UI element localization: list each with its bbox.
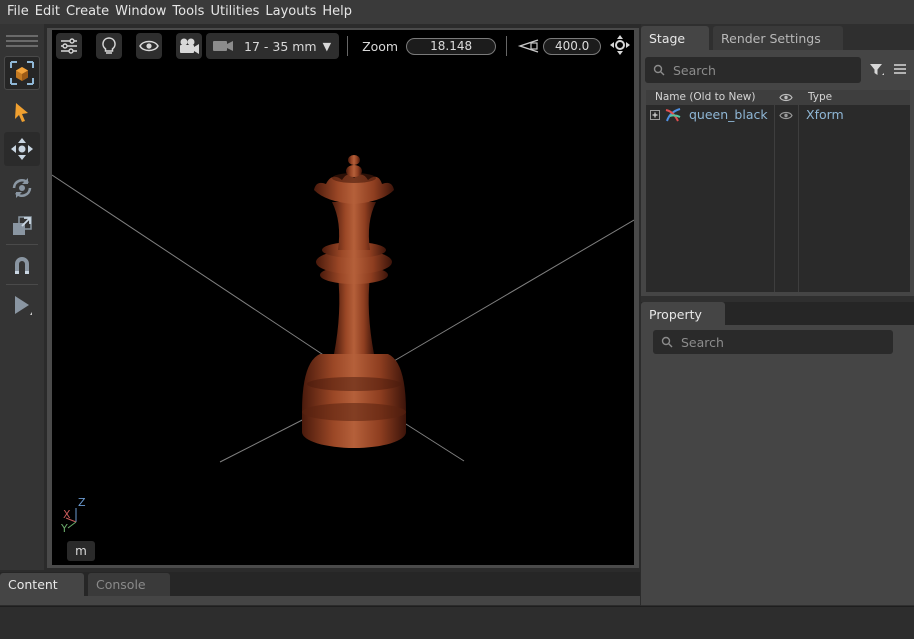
xform-icon: [665, 108, 681, 122]
navigate-icon: [610, 34, 631, 55]
visibility-button[interactable]: [136, 33, 162, 59]
content-panel: [0, 596, 640, 605]
column-divider: [798, 105, 799, 292]
search-icon: [653, 64, 665, 76]
menu-help[interactable]: Help: [319, 0, 355, 24]
axis-z-label: Z: [78, 496, 86, 509]
search-placeholder: Search: [681, 334, 724, 350]
scale-icon: [13, 216, 32, 235]
camera-lens-dropdown[interactable]: 17 - 35 mm ▼: [206, 33, 340, 59]
pointer-icon: [15, 103, 28, 122]
chevron-down-icon: ▼: [322, 39, 332, 53]
menu-bar: File Edit Create Window Tools Utilities …: [0, 0, 914, 24]
play-button[interactable]: [4, 288, 40, 322]
tool-bar: [0, 24, 44, 570]
viewport-settings-button[interactable]: [56, 33, 82, 59]
menu-utilities[interactable]: Utilities: [207, 0, 262, 24]
search-placeholder: Search: [673, 62, 716, 78]
navigate-button[interactable]: [609, 34, 631, 59]
tab-content[interactable]: Content: [0, 573, 84, 596]
toolbar-divider: [6, 244, 38, 245]
eye-icon[interactable]: [779, 93, 793, 102]
tree-header: Name (Old to New) Type: [646, 90, 910, 105]
select-box-icon: [10, 61, 34, 85]
rotate-tool-button[interactable]: [4, 171, 40, 205]
units-button[interactable]: m: [67, 541, 95, 561]
move-icon: [11, 138, 33, 160]
menu-layouts[interactable]: Layouts: [262, 0, 319, 24]
queen-chess-piece[interactable]: [302, 155, 406, 448]
toolbar-grip[interactable]: [6, 35, 38, 47]
axis-gizmo: Z X Y: [58, 496, 88, 536]
viewport-toolbar: 17 - 35 mm ▼ Zoom 18.148 400.0: [52, 30, 634, 62]
lighting-button[interactable]: [96, 33, 122, 59]
field-of-view-icon: [517, 39, 539, 53]
zoom-field[interactable]: 18.148: [406, 37, 497, 55]
movie-camera-icon: [180, 38, 199, 54]
column-divider: [774, 105, 775, 292]
property-search-input[interactable]: Search: [653, 330, 893, 354]
property-panel: Search: [641, 325, 914, 605]
eye-icon[interactable]: [779, 111, 793, 120]
play-icon: [15, 296, 32, 315]
viewport-canvas[interactable]: [52, 62, 634, 565]
camera-button[interactable]: [176, 33, 202, 59]
tab-stage[interactable]: Stage: [641, 26, 709, 50]
snap-magnet-icon: [15, 257, 29, 274]
zoom-label: Zoom: [362, 38, 399, 54]
camera-icon: [213, 41, 233, 51]
menu-window[interactable]: Window: [112, 0, 169, 24]
menu-file[interactable]: File: [4, 0, 32, 24]
axis-y-label: Y: [61, 522, 68, 535]
expand-icon[interactable]: [650, 110, 660, 120]
column-name[interactable]: Name (Old to New): [655, 91, 755, 103]
menu-tools[interactable]: Tools: [169, 0, 207, 24]
menu-icon[interactable]: [893, 63, 907, 75]
snap-tool-button[interactable]: [4, 248, 40, 282]
tab-console[interactable]: Console: [88, 573, 170, 596]
select-tool-button[interactable]: [4, 56, 40, 90]
search-icon: [661, 336, 673, 348]
menu-edit[interactable]: Edit: [32, 0, 63, 24]
filter-icon[interactable]: [869, 63, 885, 77]
sliders-icon: [61, 38, 77, 54]
column-type[interactable]: Type: [808, 91, 832, 103]
stage-tree: Name (Old to New) Type queen_black Xform: [646, 90, 910, 292]
fov-field[interactable]: 400.0: [543, 37, 602, 55]
toolbar-divider: [506, 36, 508, 56]
scale-tool-button[interactable]: [4, 209, 40, 243]
stage-search-input[interactable]: Search: [645, 57, 861, 83]
tab-property[interactable]: Property: [641, 302, 725, 326]
lightbulb-icon: [102, 37, 116, 54]
status-bar: [0, 606, 914, 639]
toolbar-divider: [347, 36, 349, 56]
eye-icon: [139, 40, 159, 52]
scene-render: [52, 155, 634, 463]
tree-row[interactable]: queen_black Xform: [646, 107, 910, 123]
rotate-icon: [12, 178, 32, 198]
row-name: queen_black: [689, 107, 768, 122]
tab-render-settings[interactable]: Render Settings: [713, 26, 843, 50]
menu-create[interactable]: Create: [63, 0, 112, 24]
bottom-tabs: Content Console: [0, 572, 640, 596]
axis-x-label: X: [63, 508, 71, 521]
property-tabs: Property: [641, 302, 914, 326]
pointer-tool-button[interactable]: [4, 95, 40, 129]
toolbar-divider: [6, 284, 38, 285]
stage-tabs: Stage Render Settings: [641, 26, 914, 50]
camera-lens-value: 17 - 35 mm: [244, 38, 317, 54]
row-type: Xform: [806, 107, 844, 122]
move-tool-button[interactable]: [4, 132, 40, 166]
